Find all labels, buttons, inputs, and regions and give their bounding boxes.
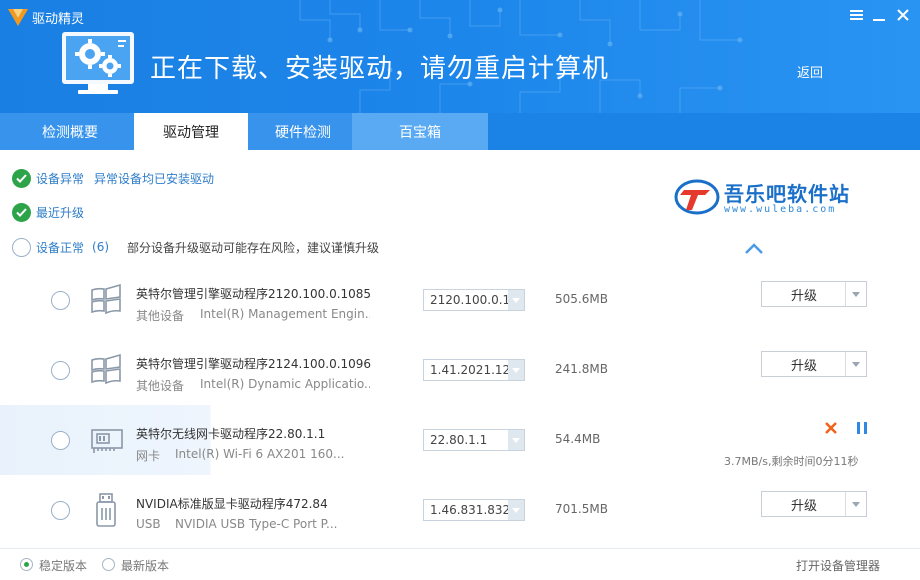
stable-version-label[interactable]: 稳定版本 bbox=[39, 557, 87, 574]
driver-device: Intel(R) Wi-Fi 6 AX201 160... bbox=[175, 447, 345, 461]
status-recent-row: 最近升级 bbox=[12, 202, 94, 222]
status-abnormal-note: 异常设备均已安装驱动 bbox=[94, 171, 215, 186]
chevron-down-icon bbox=[852, 361, 860, 367]
minimize-icon[interactable] bbox=[869, 5, 889, 25]
driver-size: 701.5MB bbox=[555, 502, 608, 516]
driver-size: 241.8MB bbox=[555, 362, 608, 376]
tab-detection-overview[interactable]: 检测概要 bbox=[0, 113, 140, 150]
status-normal-row: 设备正常 (6) 部分设备升级驱动可能存在风险，建议谨慎升级 bbox=[12, 237, 379, 257]
upgrade-options-dropdown[interactable] bbox=[845, 492, 866, 516]
monitor-gears-icon bbox=[62, 32, 134, 94]
upgrade-button[interactable]: 升级 bbox=[762, 492, 846, 516]
tab-label: 百宝箱 bbox=[399, 124, 441, 141]
tab-driver-management[interactable]: 驱动管理 bbox=[134, 113, 248, 150]
usb-icon bbox=[96, 493, 116, 527]
driver-device: NVIDIA USB Type-C Port P... bbox=[175, 517, 338, 531]
driver-size: 54.4MB bbox=[555, 432, 601, 446]
windows-logo-icon bbox=[91, 283, 121, 315]
driver-select-radio[interactable] bbox=[51, 431, 70, 450]
upgrade-options-dropdown[interactable] bbox=[845, 282, 866, 306]
menu-icon[interactable] bbox=[846, 5, 866, 25]
select-all-radio[interactable] bbox=[12, 237, 31, 257]
cancel-download-icon[interactable] bbox=[823, 420, 839, 436]
driver-select-radio[interactable] bbox=[51, 361, 70, 380]
version-select[interactable]: 1.41.2021.12 bbox=[423, 359, 525, 381]
stable-version-radio[interactable] bbox=[20, 558, 33, 571]
pause-download-icon[interactable] bbox=[855, 420, 869, 436]
download-progress-text: 3.7MB/s,剩余时间0分11秒 bbox=[724, 455, 859, 468]
footer-bar: 稳定版本 最新版本 打开设备管理器 bbox=[0, 548, 920, 580]
upgrade-button[interactable]: 升级 bbox=[762, 282, 846, 306]
app-header: 驱动精灵 正在下载、安装驱动，请勿重启计算机 返回 bbox=[0, 0, 920, 113]
driver-row: NVIDIA标准版显卡驱动程序472.84 USB NVIDIA USB Typ… bbox=[0, 475, 920, 545]
driver-device: Intel(R) Management Engin... bbox=[200, 307, 370, 321]
network-card-icon bbox=[91, 429, 123, 453]
app-title: 驱动精灵 bbox=[32, 12, 85, 27]
windows-logo-icon bbox=[91, 353, 121, 385]
tab-label: 驱动管理 bbox=[163, 124, 219, 141]
driver-row: 英特尔管理引擎驱动程序2120.100.0.1085 其他设备 Intel(R)… bbox=[0, 265, 920, 335]
dropdown-arrow-icon bbox=[508, 360, 524, 380]
driver-size: 505.6MB bbox=[555, 292, 608, 306]
main-tabs: 检测概要 硬件检测 百宝箱 驱动管理 bbox=[0, 113, 920, 150]
latest-version-label[interactable]: 最新版本 bbox=[121, 557, 169, 574]
driver-name: 英特尔管理引擎驱动程序2120.100.0.1085 bbox=[136, 287, 372, 301]
driver-category: 网卡 bbox=[136, 449, 161, 463]
chevron-up-icon[interactable] bbox=[744, 242, 764, 256]
driver-category: 其他设备 bbox=[136, 309, 185, 323]
driver-device: Intel(R) Dynamic Applicatio... bbox=[200, 377, 370, 391]
driver-category: 其他设备 bbox=[136, 379, 185, 393]
version-value: 1.41.2021.12 bbox=[430, 363, 511, 377]
driver-select-radio[interactable] bbox=[51, 291, 70, 310]
site-watermark: 吾乐吧软件站 www.wuleba.com bbox=[674, 178, 874, 218]
tab-label: 硬件检测 bbox=[275, 124, 331, 141]
driver-category: USB bbox=[136, 517, 161, 531]
check-icon bbox=[12, 202, 31, 222]
status-abnormal-label[interactable]: 设备异常 bbox=[36, 170, 84, 187]
status-recent-label[interactable]: 最近升级 bbox=[36, 204, 84, 221]
status-normal-count: (6) bbox=[92, 240, 110, 254]
latest-version-radio[interactable] bbox=[102, 558, 115, 571]
upgrade-options-dropdown[interactable] bbox=[845, 352, 866, 376]
page-headline: 正在下载、安装驱动，请勿重启计算机 bbox=[150, 54, 610, 84]
watermark-url: www.wuleba.com bbox=[724, 204, 837, 215]
driver-select-radio[interactable] bbox=[51, 501, 70, 520]
tab-toolbox[interactable]: 百宝箱 bbox=[352, 113, 488, 150]
open-device-manager-link[interactable]: 打开设备管理器 bbox=[796, 557, 880, 574]
version-value: 1.46.831.832 bbox=[430, 503, 511, 517]
tab-hardware-detection[interactable]: 硬件检测 bbox=[248, 113, 358, 150]
driver-row-downloading: 英特尔无线网卡驱动程序22.80.1.1 网卡 Intel(R) Wi-Fi 6… bbox=[0, 405, 920, 475]
back-link[interactable]: 返回 bbox=[797, 62, 823, 81]
chevron-down-icon bbox=[852, 501, 860, 507]
chevron-down-icon bbox=[852, 291, 860, 297]
version-select[interactable]: 22.80.1.1 bbox=[423, 429, 525, 451]
watermark-name: 吾乐吧软件站 bbox=[724, 182, 850, 206]
version-value: 2120.100.0.1 bbox=[430, 293, 511, 307]
version-select[interactable]: 1.46.831.832 bbox=[423, 499, 525, 521]
driver-name: NVIDIA标准版显卡驱动程序472.84 bbox=[136, 497, 328, 511]
tab-label: 检测概要 bbox=[42, 124, 98, 141]
upgrade-split-button: 升级 bbox=[761, 491, 867, 517]
upgrade-split-button: 升级 bbox=[761, 351, 867, 377]
version-select[interactable]: 2120.100.0.1 bbox=[423, 289, 525, 311]
status-abnormal-row: 设备异常 异常设备均已安装驱动 bbox=[12, 168, 214, 188]
dropdown-arrow-icon bbox=[508, 430, 524, 450]
version-value: 22.80.1.1 bbox=[430, 433, 488, 447]
close-icon[interactable] bbox=[893, 5, 913, 25]
status-normal-warning: 部分设备升级驱动可能存在风险，建议谨慎升级 bbox=[127, 240, 380, 255]
upgrade-button[interactable]: 升级 bbox=[762, 352, 846, 376]
status-normal-label[interactable]: 设备正常 bbox=[36, 239, 84, 256]
watermark-logo-icon bbox=[674, 179, 720, 215]
dropdown-arrow-icon bbox=[508, 290, 524, 310]
driver-row: 英特尔管理引擎驱动程序2124.100.0.1096 其他设备 Intel(R)… bbox=[0, 335, 920, 405]
driver-name: 英特尔无线网卡驱动程序22.80.1.1 bbox=[136, 427, 326, 441]
app-logo-icon bbox=[8, 9, 28, 26]
dropdown-arrow-icon bbox=[508, 500, 524, 520]
driver-name: 英特尔管理引擎驱动程序2124.100.0.1096 bbox=[136, 357, 372, 371]
check-icon bbox=[12, 168, 31, 188]
upgrade-split-button: 升级 bbox=[761, 281, 867, 307]
